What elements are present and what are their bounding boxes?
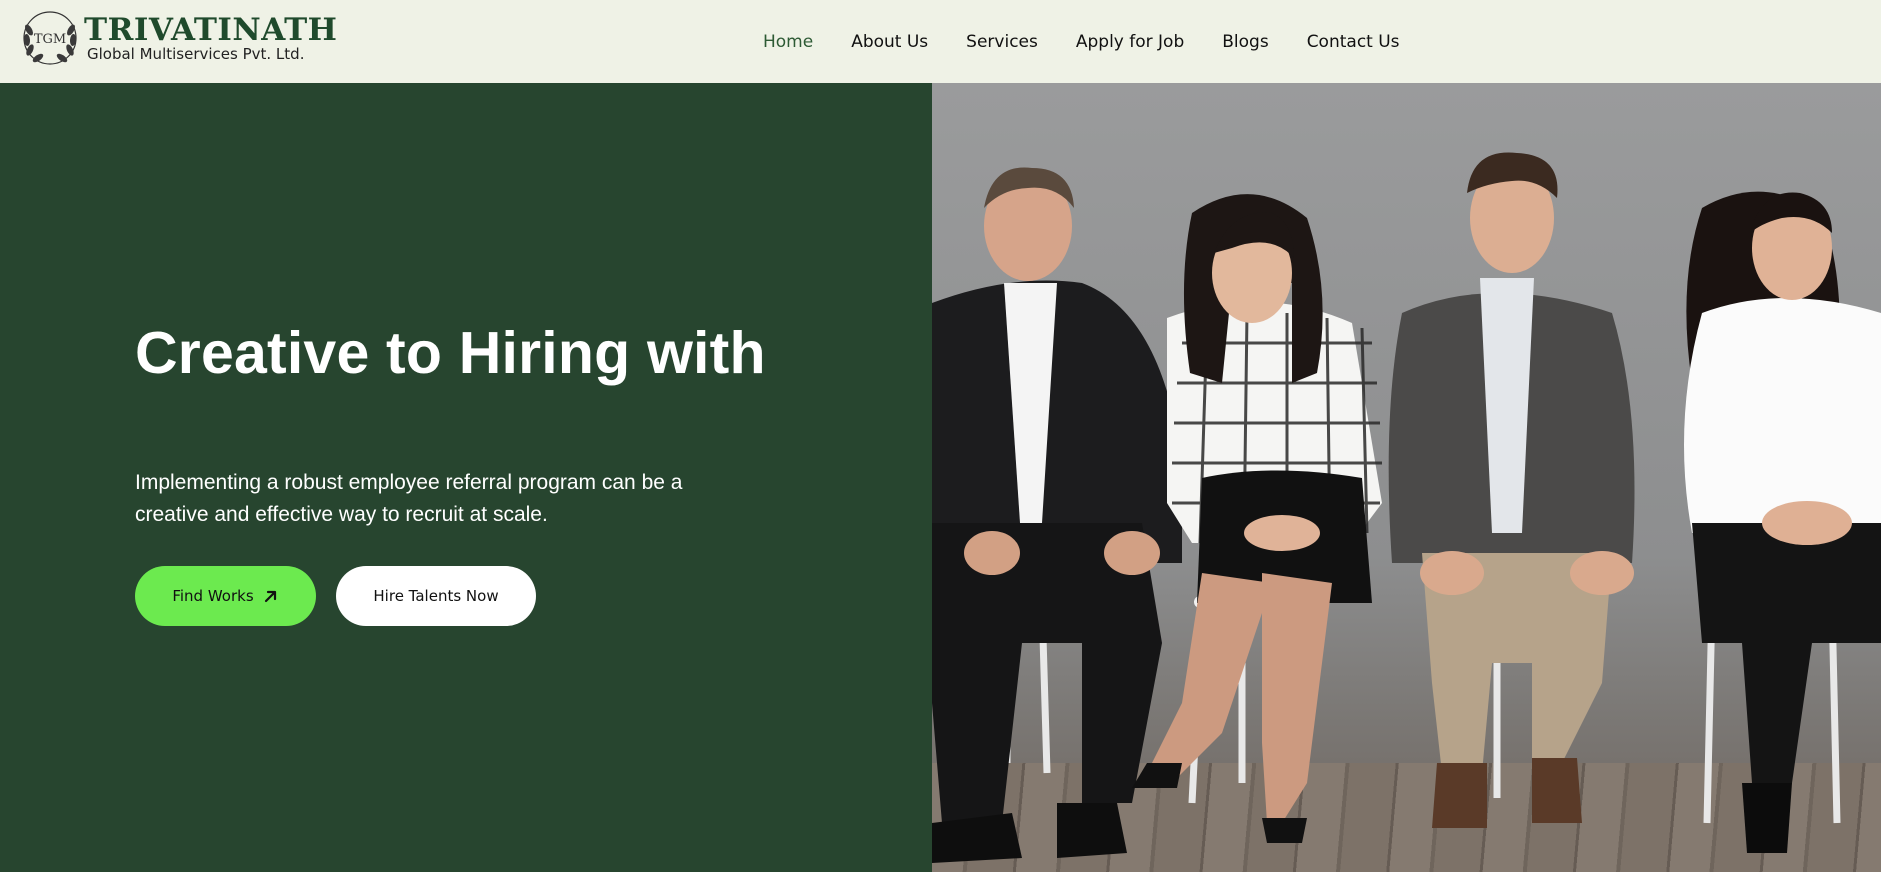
brand-name: TRIVATINATH <box>84 11 338 48</box>
hero-section: Creative to Hiring with Implementing a r… <box>0 83 932 872</box>
person-3 <box>1388 152 1635 828</box>
site-header: TGM TRIVATINATH Global Multiservices Pvt… <box>0 0 1881 83</box>
hero-title: Creative to Hiring with <box>135 320 766 386</box>
person-1 <box>932 167 1182 863</box>
nav-about-us[interactable]: About Us <box>851 32 928 52</box>
nav-home[interactable]: Home <box>763 32 813 52</box>
person-4 <box>1684 191 1881 853</box>
brand-logo[interactable]: TGM TRIVATINATH Global Multiservices Pvt… <box>20 10 337 66</box>
nav-apply-for-job[interactable]: Apply for Job <box>1076 32 1184 52</box>
find-works-label: Find Works <box>172 587 254 605</box>
hire-talents-label: Hire Talents Now <box>373 587 499 605</box>
nav-services[interactable]: Services <box>966 32 1038 52</box>
hero-description: Implementing a robust employee referral … <box>135 471 683 526</box>
find-works-button[interactable]: Find Works <box>135 566 316 626</box>
main-nav: Home About Us Services Apply for Job Blo… <box>763 0 1438 83</box>
hero-team-photo <box>932 83 1881 872</box>
team-illustration <box>932 152 1881 863</box>
brand-subtitle: Global Multiservices Pvt. Ltd. <box>87 44 305 63</box>
laurel-emblem-icon: TGM <box>20 10 80 66</box>
arrow-up-right-icon <box>263 588 279 604</box>
hire-talents-button[interactable]: Hire Talents Now <box>336 566 536 626</box>
emblem-text: TGM <box>34 32 66 47</box>
nav-contact-us[interactable]: Contact Us <box>1307 32 1400 52</box>
nav-blogs[interactable]: Blogs <box>1222 32 1268 52</box>
